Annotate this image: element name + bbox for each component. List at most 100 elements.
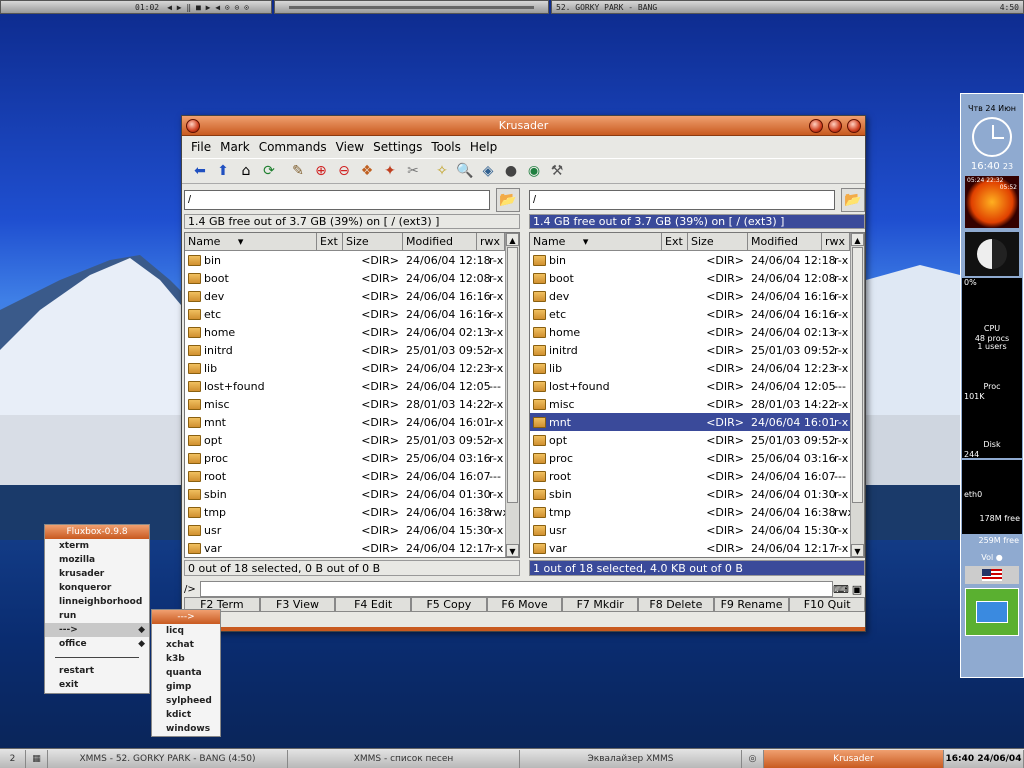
- submenu-item-sylpheed[interactable]: sylpheed: [152, 694, 220, 708]
- task-xmms-main[interactable]: XMMS - 52. GORKY PARK - BANG (4:50): [48, 749, 288, 768]
- scroll-down-icon[interactable]: ▼: [851, 544, 864, 557]
- table-row[interactable]: root <DIR> 24/06/04 16:07 ---: [185, 467, 519, 485]
- right-file-list[interactable]: Name ▾ Ext Size Modified rwx bin <DIR> 24/…: [529, 232, 865, 558]
- right-scrollbar[interactable]: ▲ ▼: [850, 233, 864, 557]
- submenu-item-gimp[interactable]: gimp: [152, 680, 220, 694]
- table-row[interactable]: home <DIR> 24/06/04 02:13 r-x: [185, 323, 519, 341]
- xmms-equalizer-bar[interactable]: [274, 0, 549, 14]
- left-open-folder-icon[interactable]: 📂: [496, 188, 520, 212]
- home-icon[interactable]: ⌂: [236, 161, 256, 181]
- col-size[interactable]: Size: [343, 233, 403, 250]
- maximize-icon[interactable]: [828, 119, 842, 133]
- f10-quit-button[interactable]: F10 Quit: [789, 597, 866, 612]
- f6-move-button[interactable]: F6 Move: [486, 597, 563, 612]
- col-modified[interactable]: Modified: [748, 233, 822, 250]
- menu-item-submenu[interactable]: ---> ◆: [45, 623, 149, 637]
- workspace-number[interactable]: 2: [0, 749, 26, 768]
- select-icon[interactable]: ◉: [524, 161, 544, 181]
- menu-item-xterm[interactable]: xterm: [45, 539, 149, 553]
- submenu-item-quanta[interactable]: quanta: [152, 666, 220, 680]
- remove-icon[interactable]: ⊖: [334, 161, 354, 181]
- table-row[interactable]: opt <DIR> 25/01/03 09:52 r-x: [530, 431, 864, 449]
- cmd-history-icon[interactable]: ⌨: [833, 583, 849, 596]
- table-row[interactable]: mnt <DIR> 24/06/04 16:01 r-x: [530, 413, 864, 431]
- pack-icon[interactable]: ❖: [357, 161, 377, 181]
- table-row[interactable]: tmp <DIR> 24/06/04 16:38 rwx: [185, 503, 519, 521]
- window-titlebar[interactable]: Krusader: [182, 116, 865, 136]
- col-ext[interactable]: Ext: [662, 233, 688, 250]
- task-xmms-eq[interactable]: Эквалайзер XMMS: [520, 749, 742, 768]
- table-row[interactable]: usr <DIR> 24/06/04 15:30 r-x: [530, 521, 864, 539]
- table-row[interactable]: boot <DIR> 24/06/04 12:08 r-x: [530, 269, 864, 287]
- f5-copy-button[interactable]: F5 Copy: [411, 597, 487, 612]
- volume-label[interactable]: Vol ●: [961, 553, 1023, 562]
- submenu-item-xchat[interactable]: xchat: [152, 638, 220, 652]
- up-icon[interactable]: ⬆: [213, 161, 233, 181]
- table-row[interactable]: home <DIR> 24/06/04 02:13 r-x: [530, 323, 864, 341]
- table-row[interactable]: var <DIR> 24/06/04 12:17 r-x: [530, 539, 864, 557]
- menu-settings[interactable]: Settings: [370, 140, 428, 154]
- menu-item-office[interactable]: office ◆: [45, 637, 149, 651]
- menu-item-restart[interactable]: restart: [45, 664, 149, 678]
- menu-view[interactable]: View: [333, 140, 370, 154]
- table-row[interactable]: root <DIR> 24/06/04 16:07 ---: [530, 467, 864, 485]
- xmms-player-bar[interactable]: 01:02 ◀ ▶ ‖ ■ ▶ ◀ ⊙ ⊙ ⊙: [0, 0, 272, 14]
- terminal-icon[interactable]: ●: [501, 161, 521, 181]
- table-row[interactable]: var <DIR> 24/06/04 12:17 r-x: [185, 539, 519, 557]
- table-row[interactable]: initrd <DIR> 25/01/03 09:52 r-x: [185, 341, 519, 359]
- menu-tools[interactable]: Tools: [428, 140, 467, 154]
- command-input[interactable]: [200, 581, 833, 597]
- menu-item-linneighborhood[interactable]: linneighborhood: [45, 595, 149, 609]
- scroll-up-icon[interactable]: ▲: [851, 233, 864, 246]
- menu-mark[interactable]: Mark: [217, 140, 256, 154]
- us-flag-icon[interactable]: [965, 566, 1019, 584]
- menu-file[interactable]: File: [188, 140, 217, 154]
- menu-item-mozilla[interactable]: mozilla: [45, 553, 149, 567]
- menu-commands[interactable]: Commands: [256, 140, 333, 154]
- table-row[interactable]: misc <DIR> 28/01/03 14:22 r-x: [530, 395, 864, 413]
- xmms-controls-icon[interactable]: ◀ ▶ ‖ ■ ▶ ◀ ⊙ ⊙ ⊙: [167, 3, 249, 12]
- add-icon[interactable]: ⊕: [311, 161, 331, 181]
- left-path-input[interactable]: [184, 190, 490, 210]
- f8-delete-button[interactable]: F8 Delete: [638, 597, 714, 612]
- table-row[interactable]: lost+found <DIR> 24/06/04 12:05 ---: [185, 377, 519, 395]
- col-name[interactable]: Name ▾: [185, 233, 317, 250]
- col-ext[interactable]: Ext: [317, 233, 343, 250]
- table-row[interactable]: proc <DIR> 25/06/04 03:16 r-x: [530, 449, 864, 467]
- task-xmms-playlist[interactable]: XMMS - список песен: [288, 749, 520, 768]
- table-row[interactable]: lib <DIR> 24/06/04 12:23 r-x: [185, 359, 519, 377]
- table-row[interactable]: lib <DIR> 24/06/04 12:23 r-x: [530, 359, 864, 377]
- task-krusader[interactable]: Krusader: [764, 749, 944, 768]
- f4-edit-button[interactable]: F4 Edit: [335, 597, 412, 612]
- config-icon[interactable]: ⚒: [547, 161, 567, 181]
- workspace-pager-icon[interactable]: [965, 588, 1019, 636]
- left-file-list[interactable]: Name ▾ Ext Size Modified rwx bin <DIR> 24/…: [184, 232, 520, 558]
- right-open-folder-icon[interactable]: 📂: [841, 188, 865, 212]
- table-row[interactable]: initrd <DIR> 25/01/03 09:52 r-x: [530, 341, 864, 359]
- menu-item-exit[interactable]: exit: [45, 678, 149, 692]
- col-name[interactable]: Name ▾: [530, 233, 662, 250]
- menu-item-konqueror[interactable]: konqueror: [45, 581, 149, 595]
- table-row[interactable]: dev <DIR> 24/06/04 16:16 r-x: [185, 287, 519, 305]
- f9-rename-button[interactable]: F9 Rename: [713, 597, 790, 612]
- terminal-emulator-icon[interactable]: ▣: [849, 583, 865, 596]
- col-rwx[interactable]: rwx: [477, 233, 505, 250]
- submenu-item-kdict[interactable]: kdict: [152, 708, 220, 722]
- table-row[interactable]: usr <DIR> 24/06/04 15:30 r-x: [185, 521, 519, 539]
- scroll-down-icon[interactable]: ▼: [506, 544, 519, 557]
- submenu-item-licq[interactable]: licq: [152, 624, 220, 638]
- table-row[interactable]: misc <DIR> 28/01/03 14:22 r-x: [185, 395, 519, 413]
- eq-slider[interactable]: [289, 5, 534, 9]
- table-row[interactable]: proc <DIR> 25/06/04 03:16 r-x: [185, 449, 519, 467]
- table-row[interactable]: opt <DIR> 25/01/03 09:52 r-x: [185, 431, 519, 449]
- table-row[interactable]: boot <DIR> 24/06/04 12:08 r-x: [185, 269, 519, 287]
- right-scroll-thumb[interactable]: [852, 247, 863, 503]
- search-icon[interactable]: 🔍: [455, 161, 475, 181]
- f7-mkdir-button[interactable]: F7 Mkdir: [562, 597, 639, 612]
- xmms-playlist-bar[interactable]: 52. GORKY PARK - BANG 4:50: [551, 0, 1024, 14]
- col-size[interactable]: Size: [688, 233, 748, 250]
- minimize-icon[interactable]: [809, 119, 823, 133]
- table-row[interactable]: sbin <DIR> 24/06/04 01:30 r-x: [185, 485, 519, 503]
- f3-view-button[interactable]: F3 View: [259, 597, 336, 612]
- window-bottom-border[interactable]: [182, 627, 865, 631]
